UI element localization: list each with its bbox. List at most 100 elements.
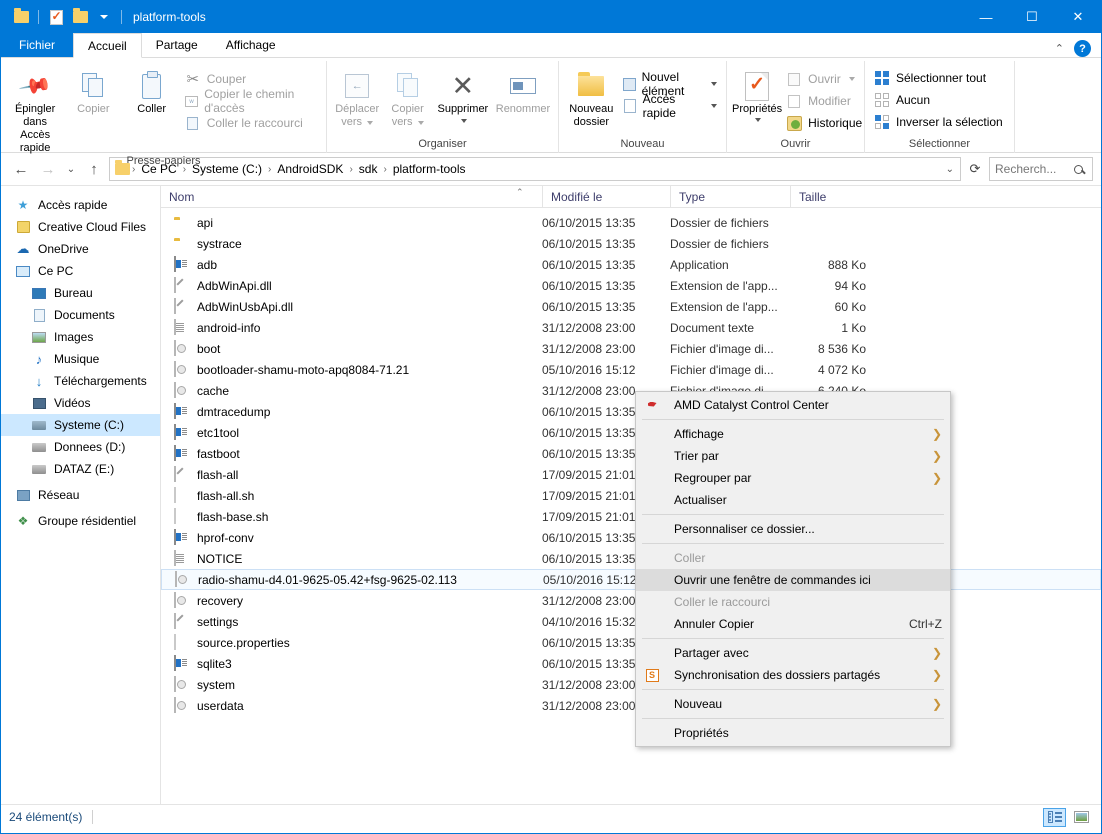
folder-icon[interactable] [9,5,33,29]
menu-item[interactable]: Annuler Copier Ctrl+Z [636,613,950,635]
menu-item[interactable]: Partager avec ❯ [636,642,950,664]
table-row[interactable]: api 06/10/2015 13:35 Dossier de fichiers [161,212,1101,233]
table-row[interactable]: NOTICE 06/10/2015 13:35 [161,548,1101,569]
column-header-modified[interactable]: Modifié le [542,185,670,208]
table-row[interactable]: recovery 31/12/2008 23:00 [161,590,1101,611]
new-folder-button[interactable]: Nouveau dossier [564,65,619,129]
table-row[interactable]: cache31/12/2008 23:00Fichier d'image di.… [161,380,1101,401]
chevron-down-icon[interactable] [711,82,717,86]
table-row[interactable]: source.properties 06/10/2015 13:35 [161,632,1101,653]
history-button[interactable]: Historique [782,112,866,134]
sidebar-item-images[interactable]: Images [1,326,160,348]
file-name-label: dmtracedump [197,404,271,419]
menu-item[interactable]: AMD Catalyst Control Center [636,394,950,416]
table-row[interactable]: flash-base.sh 17/09/2015 21:01 [161,506,1101,527]
chevron-down-icon[interactable] [460,119,467,123]
table-row[interactable]: etc1tool06/10/2015 13:35Application [161,422,1101,443]
breadcrumb-item-platform-tools[interactable]: platform-tools [389,159,470,179]
table-row[interactable]: sqlite3 06/10/2015 13:35 [161,653,1101,674]
column-header-name[interactable]: Nom [161,186,542,208]
table-row[interactable]: bootloader-shamu-moto-apq8084-71.21 05/10… [161,359,1101,380]
copy-path-button[interactable]: w Copier le chemin d'accès [181,87,321,115]
menu-item[interactable]: S Synchronisation des dossiers partagés ❯ [636,664,950,686]
chevron-down-icon[interactable] [711,104,717,108]
tab-partage[interactable]: Partage [142,32,212,57]
sidebar-item-documents[interactable]: Documents [1,304,160,326]
sidebar-item-musique[interactable]: ♪ Musique [1,348,160,370]
properties-button[interactable]: Propriétés [732,65,782,122]
table-row[interactable]: adb 06/10/2015 13:35 Application 888 Ko [161,254,1101,275]
table-row[interactable]: fastboot06/10/2015 13:35Application [161,443,1101,464]
context-menu[interactable]: AMD Catalyst Control Center Affichage ❯ Tri… [635,391,951,747]
select-all-button[interactable]: Sélectionner tout [870,67,1007,89]
breadcrumb-dropdown-icon[interactable]: ⌄ [946,164,956,175]
close-button[interactable]: ✕ [1055,1,1101,33]
table-row[interactable]: boot 31/12/2008 23:00 Fichier d'image di..… [161,338,1101,359]
invert-selection-button[interactable]: Inverser la sélection [870,111,1007,133]
select-none-button[interactable]: Aucun [870,89,1007,111]
minimize-button[interactable]: — [963,1,1009,33]
sidebar-item-systeme-c[interactable]: Systeme (C:) [1,414,160,436]
table-row[interactable]: settings 04/10/2016 15:32 [161,611,1101,632]
table-row[interactable]: flash-all.sh 17/09/2015 21:01 [161,485,1101,506]
table-row[interactable]: userdata 31/12/2008 23:00 [161,695,1101,716]
easy-access-button[interactable]: Accès rapide [619,92,721,120]
paste-shortcut-button[interactable]: Coller le raccourci [181,112,321,134]
large-icons-view-button[interactable] [1070,808,1093,827]
rename-button[interactable]: Renommer [493,65,553,116]
menu-item[interactable]: Regrouper par ❯ [636,467,950,489]
column-header-size[interactable]: Taille [790,185,866,208]
sidebar-item-donnees-d[interactable]: Donnees (D:) [1,436,160,458]
table-row[interactable]: AdbWinUsbApi.dll 06/10/2015 13:35 Extensio… [161,296,1101,317]
chevron-down-icon[interactable] [848,77,855,81]
sidebar-item-ce-pc[interactable]: Ce PC [1,260,160,282]
table-row[interactable]: android-info 31/12/2008 23:00 Document tex… [161,317,1101,338]
tab-fichier[interactable]: Fichier [1,32,74,57]
new-folder-icon[interactable] [68,5,92,29]
menu-item[interactable]: Ouvrir une fenêtre de commandes ici [636,569,950,591]
column-header-type[interactable]: Type [670,185,790,208]
sidebar-item-quick-access[interactable]: ★ Accès rapide [1,194,160,216]
maximize-button[interactable]: ☐ [1009,1,1055,33]
open-button[interactable]: Ouvrir [782,68,866,90]
table-row[interactable]: dmtracedump06/10/2015 13:35Application [161,401,1101,422]
menu-item[interactable]: Nouveau ❯ [636,693,950,715]
edit-button[interactable]: Modifier [782,90,866,112]
table-row[interactable]: hprof-conv 06/10/2015 13:35 [161,527,1101,548]
sidebar-item-bureau[interactable]: Bureau [1,282,160,304]
menu-item[interactable]: Affichage ❯ [636,423,950,445]
chevron-down-icon[interactable] [755,118,762,122]
chevron-down-icon[interactable] [92,5,116,29]
properties-icon[interactable] [44,5,68,29]
sidebar-item-groupe-residentiel[interactable]: ❖ Groupe résidentiel [1,510,160,532]
breadcrumb-item-sdk[interactable]: sdk [355,159,382,179]
menu-item[interactable]: Actualiser [636,489,950,511]
move-to-button[interactable]: ← Déplacer vers [332,65,382,129]
help-icon[interactable]: ? [1074,40,1091,57]
chevron-up-icon[interactable]: ⌃ [1055,42,1064,55]
pin-to-quick-access-button[interactable]: 📌 Épingler dans Accès rapide [6,65,64,155]
table-row[interactable]: systrace 06/10/2015 13:35 Dossier de fichi… [161,233,1101,254]
menu-item[interactable]: Trier par ❯ [636,445,950,467]
table-row[interactable]: radio-shamu-d4.01-9625-05.42+fsg-9625-02… [161,569,1101,590]
tab-affichage[interactable]: Affichage [212,32,290,57]
sidebar-item-videos[interactable]: Vidéos [1,392,160,414]
paste-button[interactable]: Coller [123,65,181,116]
search-input[interactable]: Recherch... [989,157,1093,181]
sidebar-item-onedrive[interactable]: ☁ OneDrive [1,238,160,260]
table-row[interactable]: flash-all 17/09/2015 21:01 [161,464,1101,485]
tab-accueil[interactable]: Accueil [73,33,142,58]
menu-item[interactable]: Propriétés [636,722,950,744]
table-row[interactable]: AdbWinApi.dll 06/10/2015 13:35 Extension d… [161,275,1101,296]
refresh-button[interactable]: ⟳ [964,157,986,181]
sidebar-item-reseau[interactable]: Réseau [1,484,160,506]
sidebar-item-creative-cloud[interactable]: Creative Cloud Files [1,216,160,238]
menu-item[interactable]: Personnaliser ce dossier... [636,518,950,540]
copy-button[interactable]: Copier [64,65,122,116]
sidebar-item-telechargements[interactable]: ↓ Téléchargements [1,370,160,392]
copy-to-button[interactable]: Copier vers [382,65,432,129]
sidebar-item-dataz-e[interactable]: DATAZ (E:) [1,458,160,480]
delete-button[interactable]: ✕ Supprimer [433,65,493,123]
details-view-button[interactable] [1043,807,1066,827]
table-row[interactable]: system 31/12/2008 23:00 [161,674,1101,695]
